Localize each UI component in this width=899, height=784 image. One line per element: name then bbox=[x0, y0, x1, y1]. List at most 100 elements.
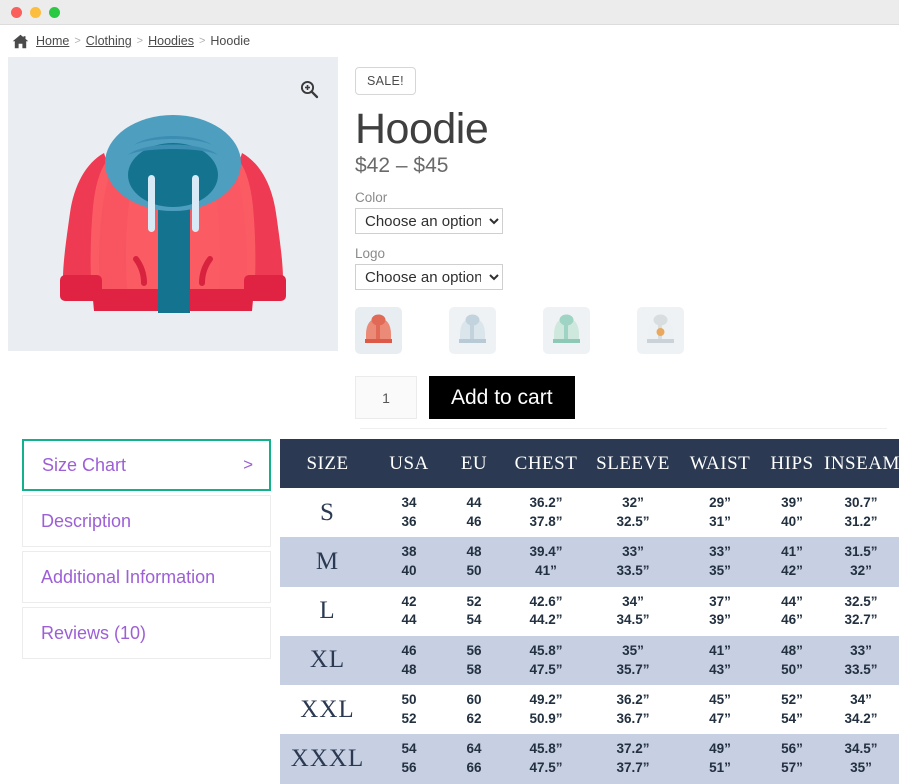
cell-size: XXL bbox=[280, 685, 375, 734]
hoodie-thumb-icon bbox=[637, 307, 684, 354]
column-header-eu: EU bbox=[443, 439, 505, 488]
cell-inseam: 34.5”35” bbox=[823, 734, 899, 783]
breadcrumb-item-clothing[interactable]: Clothing bbox=[86, 34, 132, 48]
cell-size: XXXL bbox=[280, 734, 375, 783]
cell-usa: 4244 bbox=[375, 587, 443, 636]
thumb-white-logo-hoodie[interactable] bbox=[637, 307, 684, 354]
column-header-waist: WAIST bbox=[679, 439, 761, 488]
cell-inseam: 32.5”32.7” bbox=[823, 587, 899, 636]
cell-waist: 33”35” bbox=[679, 537, 761, 586]
chevron-right-icon: > bbox=[243, 455, 253, 475]
breadcrumb: Home > Clothing > Hoodies > Hoodie bbox=[0, 25, 899, 57]
cell-waist: 45”47” bbox=[679, 685, 761, 734]
tab-label: Description bbox=[41, 511, 131, 532]
table-row: XXXL5456646645.8”47.5”37.2”37.7”49”51”56… bbox=[280, 734, 899, 783]
column-header-usa: USA bbox=[375, 439, 443, 488]
cell-chest: 39.4”41” bbox=[505, 537, 587, 586]
cell-waist: 29”31” bbox=[679, 488, 761, 537]
cell-usa: 3840 bbox=[375, 537, 443, 586]
tab-additional-information[interactable]: Additional Information bbox=[22, 551, 271, 603]
product-summary: SALE! Hoodie $42 – $45 Color Choose an o… bbox=[338, 57, 899, 419]
product-price: $42 – $45 bbox=[355, 154, 899, 178]
cell-waist: 37”39” bbox=[679, 587, 761, 636]
home-icon bbox=[12, 34, 29, 49]
close-window-button[interactable] bbox=[11, 7, 22, 18]
cell-hips: 48”50” bbox=[761, 636, 823, 685]
cell-hips: 41”42” bbox=[761, 537, 823, 586]
size-chart-table: SIZE USA EU CHEST SLEEVE WAIST HIPS INSE… bbox=[280, 439, 899, 784]
cell-eu: 6466 bbox=[443, 734, 505, 783]
tab-description[interactable]: Description bbox=[22, 495, 271, 547]
cell-eu: 5254 bbox=[443, 587, 505, 636]
cell-inseam: 30.7”31.2” bbox=[823, 488, 899, 537]
thumb-blue-hoodie[interactable] bbox=[449, 307, 496, 354]
column-header-size: SIZE bbox=[280, 439, 375, 488]
table-row: S3436444636.2”37.8”32”32.5”29”31”39”40”3… bbox=[280, 488, 899, 537]
breadcrumb-separator: > bbox=[199, 35, 205, 47]
thumb-green-hoodie[interactable] bbox=[543, 307, 590, 354]
cell-eu: 4850 bbox=[443, 537, 505, 586]
add-to-cart-button[interactable]: Add to cart bbox=[429, 376, 575, 419]
cell-usa: 4648 bbox=[375, 636, 443, 685]
size-chart-header: SIZE USA EU CHEST SLEEVE WAIST HIPS INSE… bbox=[280, 439, 899, 488]
cell-usa: 3436 bbox=[375, 488, 443, 537]
minimize-window-button[interactable] bbox=[30, 7, 41, 18]
cell-eu: 4446 bbox=[443, 488, 505, 537]
cell-eu: 5658 bbox=[443, 636, 505, 685]
maximize-window-button[interactable] bbox=[49, 7, 60, 18]
tab-label: Additional Information bbox=[41, 567, 215, 588]
cell-chest: 42.6”44.2” bbox=[505, 587, 587, 636]
column-header-sleeve: SLEEVE bbox=[587, 439, 679, 488]
color-select[interactable]: Choose an option bbox=[355, 208, 503, 234]
product-main-image[interactable] bbox=[8, 57, 338, 351]
cell-sleeve: 37.2”37.7” bbox=[587, 734, 679, 783]
add-to-cart-row: 1 Add to cart bbox=[355, 376, 899, 419]
cell-inseam: 31.5”32” bbox=[823, 537, 899, 586]
window-titlebar bbox=[0, 0, 899, 25]
tab-list: Size Chart > Description Additional Info… bbox=[22, 439, 271, 784]
sale-badge: SALE! bbox=[355, 67, 416, 95]
product-tabs-section: Size Chart > Description Additional Info… bbox=[0, 439, 899, 784]
breadcrumb-item-current: Hoodie bbox=[210, 34, 250, 48]
magnifier-plus-icon[interactable] bbox=[296, 76, 322, 102]
cell-inseam: 34”34.2” bbox=[823, 685, 899, 734]
cell-size: XL bbox=[280, 636, 375, 685]
table-row: M3840485039.4”41”33”33.5”33”35”41”42”31.… bbox=[280, 537, 899, 586]
cell-sleeve: 34”34.5” bbox=[587, 587, 679, 636]
cell-usa: 5456 bbox=[375, 734, 443, 783]
section-divider bbox=[360, 428, 887, 429]
cell-waist: 49”51” bbox=[679, 734, 761, 783]
cell-hips: 39”40” bbox=[761, 488, 823, 537]
hoodie-thumb-icon bbox=[543, 307, 590, 354]
window-controls bbox=[11, 7, 60, 18]
column-header-hips: HIPS bbox=[761, 439, 823, 488]
cell-size: S bbox=[280, 488, 375, 537]
cell-chest: 45.8”47.5” bbox=[505, 636, 587, 685]
cell-size: M bbox=[280, 537, 375, 586]
cell-size: L bbox=[280, 587, 375, 636]
column-header-chest: CHEST bbox=[505, 439, 587, 488]
logo-attribute-label: Logo bbox=[355, 246, 899, 261]
breadcrumb-item-home[interactable]: Home bbox=[36, 34, 69, 48]
tab-label: Size Chart bbox=[42, 455, 126, 476]
cell-sleeve: 33”33.5” bbox=[587, 537, 679, 586]
cell-hips: 52”54” bbox=[761, 685, 823, 734]
hoodie-thumb-icon bbox=[355, 307, 402, 354]
cell-usa: 5052 bbox=[375, 685, 443, 734]
cell-hips: 56”57” bbox=[761, 734, 823, 783]
cell-chest: 45.8”47.5” bbox=[505, 734, 587, 783]
quantity-stepper[interactable]: 1 bbox=[355, 376, 417, 419]
tab-size-chart[interactable]: Size Chart > bbox=[22, 439, 271, 491]
cell-eu: 6062 bbox=[443, 685, 505, 734]
hoodie-illustration bbox=[8, 57, 338, 351]
logo-select[interactable]: Choose an option bbox=[355, 264, 503, 290]
size-chart-panel: SIZE USA EU CHEST SLEEVE WAIST HIPS INSE… bbox=[271, 439, 899, 784]
product-gallery bbox=[8, 57, 338, 419]
table-header-row: SIZE USA EU CHEST SLEEVE WAIST HIPS INSE… bbox=[280, 439, 899, 488]
cell-sleeve: 32”32.5” bbox=[587, 488, 679, 537]
thumb-red-hoodie[interactable] bbox=[355, 307, 402, 354]
tab-reviews[interactable]: Reviews (10) bbox=[22, 607, 271, 659]
hoodie-thumb-icon bbox=[449, 307, 496, 354]
cell-inseam: 33”33.5” bbox=[823, 636, 899, 685]
breadcrumb-item-hoodies[interactable]: Hoodies bbox=[148, 34, 194, 48]
